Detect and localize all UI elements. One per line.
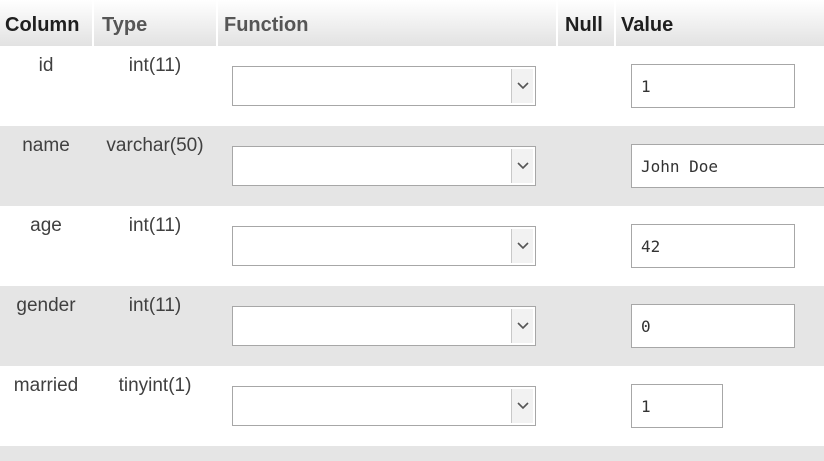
- chevron-down-icon[interactable]: [511, 229, 533, 263]
- value-input[interactable]: 1: [631, 64, 795, 108]
- column-name: name: [22, 135, 70, 156]
- function-select[interactable]: [232, 306, 536, 346]
- column-type: tinyint(1): [118, 375, 192, 396]
- header-function: Function: [218, 0, 556, 46]
- table-row-gender: gender int(11) 0: [0, 286, 824, 366]
- value-input[interactable]: 0: [631, 304, 795, 348]
- table-row-married: married tinyint(1) 1: [0, 366, 824, 446]
- chevron-down-icon[interactable]: [511, 309, 533, 343]
- table-row-name: name varchar(50) John Doe: [0, 126, 824, 206]
- chevron-down-icon[interactable]: [511, 149, 533, 183]
- column-type: int(11): [128, 215, 182, 236]
- column-type: varchar(50): [106, 135, 204, 156]
- header-type: Type: [94, 0, 216, 46]
- table-row-age: age int(11) 42: [0, 206, 824, 286]
- function-select[interactable]: [232, 386, 536, 426]
- table-row-partial: [0, 446, 824, 461]
- column-type: int(11): [128, 55, 182, 76]
- column-name: gender: [16, 295, 76, 316]
- function-select[interactable]: [232, 146, 536, 186]
- header-null: Null: [558, 0, 614, 46]
- column-type: int(11): [128, 295, 182, 316]
- header-column: Column: [0, 0, 92, 46]
- table-row-id: id int(11) 1: [0, 46, 824, 126]
- chevron-down-icon[interactable]: [511, 69, 533, 103]
- value-input[interactable]: 42: [631, 224, 795, 268]
- column-name: age: [30, 215, 62, 236]
- value-input[interactable]: John Doe: [631, 144, 824, 188]
- chevron-down-icon[interactable]: [511, 389, 533, 423]
- insert-row-table: Column Type Function Null Value id int(1…: [0, 0, 824, 461]
- column-name: id: [38, 55, 54, 76]
- value-input[interactable]: 1: [631, 384, 723, 428]
- table-header: Column Type Function Null Value: [0, 0, 824, 46]
- function-select[interactable]: [232, 66, 536, 106]
- header-value: Value: [616, 0, 824, 46]
- function-select[interactable]: [232, 226, 536, 266]
- column-name: married: [13, 375, 79, 396]
